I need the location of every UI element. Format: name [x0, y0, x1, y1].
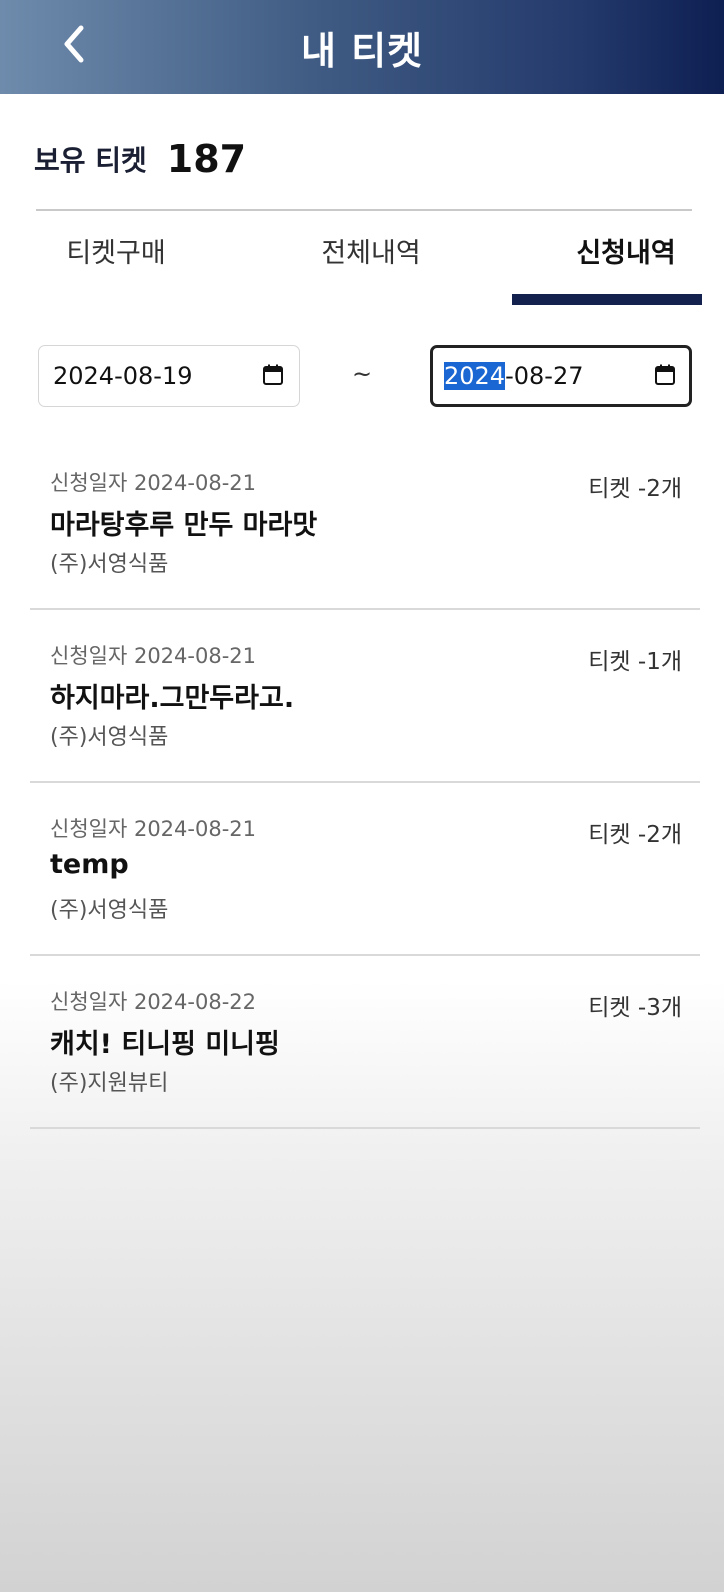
end-date-value: 2024-08-27	[444, 362, 583, 390]
start-date-input[interactable]: 2024-08-19	[38, 345, 300, 407]
start-date-value: 2024-08-19	[53, 362, 193, 390]
ticket-count: 티켓 -1개	[588, 649, 682, 675]
ticket-count: 티켓 -2개	[588, 476, 682, 502]
item-company: (주)서영식품	[50, 898, 169, 923]
list-item[interactable]: 신청일자 2024-08-21 마라탕후루 만두 마라맛 (주)서영식품 티켓 …	[30, 437, 700, 610]
item-title: 하지마라.그만두라고.	[50, 683, 295, 714]
item-title: 캐치! 티니핑 미니핑	[50, 1029, 280, 1060]
tab-bar: 티켓구매 전체내역 신청내역	[36, 212, 700, 304]
item-title: 마라탕후루 만두 마라맛	[50, 510, 318, 541]
app-header: 내 티켓	[0, 0, 724, 94]
end-date-input[interactable]: 2024-08-27	[430, 345, 692, 407]
application-date: 신청일자 2024-08-21	[50, 817, 256, 841]
owned-tickets-count: 187	[166, 137, 247, 181]
application-date: 신청일자 2024-08-22	[50, 990, 256, 1014]
list-item[interactable]: 신청일자 2024-08-21 temp (주)서영식품 티켓 -2개	[30, 783, 700, 956]
active-tab-indicator	[512, 294, 702, 305]
item-company: (주)서영식품	[50, 552, 169, 577]
page-title: 내 티켓	[300, 28, 424, 73]
list-item[interactable]: 신청일자 2024-08-22 캐치! 티니핑 미니핑 (주)지원뷰티 티켓 -…	[30, 956, 700, 1129]
owned-tickets-label: 보유 티켓	[34, 144, 147, 177]
end-date-rest: -08-27	[505, 362, 584, 390]
ticket-count: 티켓 -3개	[588, 995, 682, 1021]
ticket-count: 티켓 -2개	[588, 822, 682, 848]
calendar-icon[interactable]	[653, 363, 677, 387]
calendar-icon[interactable]	[261, 363, 285, 387]
item-company: (주)지원뷰티	[50, 1071, 169, 1096]
application-list: 신청일자 2024-08-21 마라탕후루 만두 마라맛 (주)서영식품 티켓 …	[30, 437, 700, 1129]
tab-all-history[interactable]: 전체내역	[286, 212, 456, 288]
application-date: 신청일자 2024-08-21	[50, 644, 256, 668]
end-date-selected-year: 2024	[444, 362, 506, 390]
owned-tickets: 보유 티켓 187	[34, 134, 246, 184]
tab-ticket-purchase[interactable]: 티켓구매	[36, 212, 196, 288]
item-company: (주)서영식품	[50, 725, 169, 750]
divider	[36, 209, 692, 211]
list-item[interactable]: 신청일자 2024-08-21 하지마라.그만두라고. (주)서영식품 티켓 -…	[30, 610, 700, 783]
tab-application-history[interactable]: 신청내역	[512, 212, 724, 288]
application-date: 신청일자 2024-08-21	[50, 471, 256, 495]
date-range-separator: ~	[352, 360, 373, 388]
item-title: temp	[50, 849, 129, 880]
